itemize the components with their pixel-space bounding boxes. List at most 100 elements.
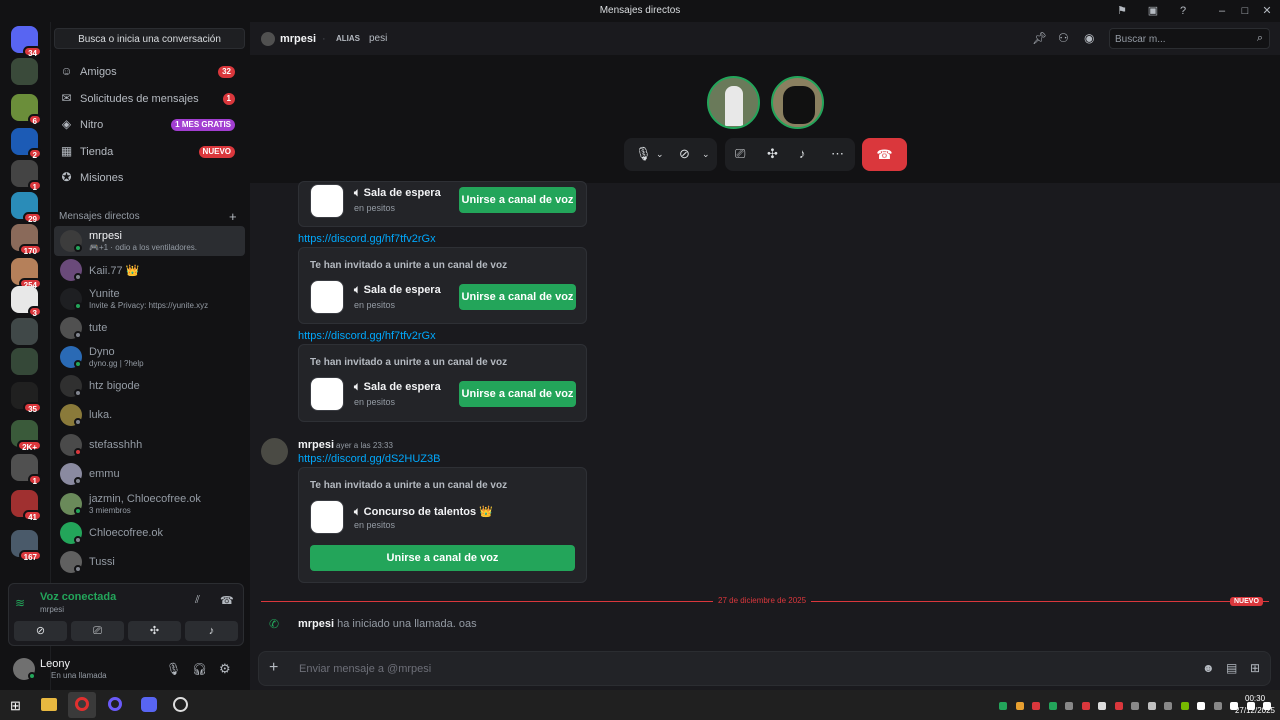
soundboard-icon[interactable]: ♪ (799, 146, 806, 161)
invite-link[interactable]: https://discord.gg/dS2HUZ3B (298, 453, 440, 465)
microphone-icon[interactable]: 🎙︎ (166, 662, 181, 676)
voice-channel[interactable]: mrpesi (40, 605, 64, 614)
server-icon[interactable] (11, 318, 38, 345)
invite-link[interactable]: https://discord.gg/hf7tfv2rGx (298, 233, 436, 245)
file-explorer-icon[interactable] (41, 698, 57, 711)
maximize-icon[interactable]: □ (1238, 4, 1252, 18)
server-icon[interactable]: 1 (11, 454, 42, 486)
server-icon[interactable]: 167 (11, 530, 42, 562)
search-input[interactable]: Buscar m... ⌕ (1109, 28, 1270, 49)
system-author[interactable]: mrpesi (298, 618, 334, 630)
share-screen-icon[interactable]: ⎚ (735, 146, 745, 162)
more-icon[interactable]: ⋯ (831, 146, 844, 162)
join-voice-button[interactable]: Unirse a canal de voz (459, 187, 576, 213)
inbox-icon[interactable]: ⚑ (1115, 4, 1129, 18)
activities-button[interactable]: ✣ (128, 621, 181, 641)
start-icon[interactable]: ⊞ (10, 699, 21, 712)
nav-item-misiones[interactable]: ✪ Misiones (54, 166, 245, 190)
server-icon[interactable]: 2K+ (11, 420, 42, 452)
join-voice-button[interactable]: Unirse a canal de voz (459, 284, 576, 310)
dm-item[interactable]: Chloecofree.ok (54, 518, 245, 548)
add-attachment-icon[interactable]: + (269, 659, 278, 677)
minimize-icon[interactable]: – (1215, 4, 1229, 18)
gift-icon[interactable]: ⊞ (1250, 661, 1260, 675)
tray-icon[interactable] (1032, 702, 1040, 710)
profile-icon[interactable]: ◉ (1084, 31, 1094, 45)
add-dm-icon[interactable]: + (229, 209, 237, 224)
soundboard-button[interactable]: ♪ (185, 621, 238, 641)
server-icon[interactable]: 3 (11, 286, 42, 318)
tray-icon[interactable] (1114, 702, 1123, 710)
dm-item[interactable]: stefasshhh (54, 430, 245, 460)
dm-item[interactable]: htz bigode (54, 371, 245, 401)
gif-icon[interactable]: ▤ (1226, 661, 1237, 675)
headphones-icon[interactable]: 🎧︎ (192, 662, 207, 676)
server-icon[interactable]: 41 (11, 490, 42, 522)
dm-item[interactable]: emmu (54, 459, 245, 489)
participant-avatar[interactable] (707, 76, 760, 129)
discord-taskbar-icon[interactable] (141, 697, 157, 712)
disconnect-icon[interactable]: ☎ (220, 594, 234, 607)
nav-item-solicitudes[interactable]: ✉ Solicitudes de mensajes 1 (54, 87, 245, 111)
share-screen-button[interactable]: ⎚ (71, 621, 124, 641)
server-icon[interactable] (11, 348, 38, 375)
add-friends-icon[interactable]: ⚇ (1058, 31, 1069, 45)
dm-item[interactable]: Yunite Invite & Privacy: https://yunite.x… (54, 284, 245, 314)
camera-off-icon[interactable]: ⊘ (679, 146, 690, 162)
tray-icon[interactable] (1147, 702, 1156, 710)
search-conversation-button[interactable]: Busca o inicia una conversación (54, 28, 245, 49)
nav-item-tienda[interactable]: ▦ Tienda NUEVO (54, 140, 245, 164)
join-voice-button[interactable]: Unirse a canal de voz (459, 381, 576, 407)
dm-item[interactable]: tute (54, 313, 245, 343)
app-icon[interactable] (108, 697, 122, 711)
server-icon[interactable]: 170 (11, 224, 42, 256)
tray-icon[interactable] (1180, 702, 1189, 710)
dm-item[interactable]: Tussi (54, 547, 245, 577)
participant-avatar[interactable] (771, 76, 824, 129)
server-icon[interactable]: 1 (11, 160, 42, 192)
dm-item[interactable]: luka. (54, 400, 245, 430)
tray-icon[interactable] (1197, 702, 1205, 710)
tray-icon[interactable] (1164, 702, 1172, 710)
app-icon[interactable] (173, 697, 188, 712)
tray-icon[interactable] (1015, 702, 1024, 710)
screen-icon[interactable]: ▣ (1146, 4, 1160, 18)
tray-icon[interactable] (1131, 702, 1139, 710)
sticker-icon[interactable]: ☻ (1202, 661, 1215, 675)
message-input[interactable]: Enviar mensaje a @mrpesi (299, 663, 431, 675)
chevron-down-icon[interactable]: ⌄ (656, 149, 664, 160)
dm-item[interactable]: Dyno dyno.gg | ?help (54, 342, 245, 372)
tray-icon[interactable] (1230, 702, 1238, 710)
dm-item[interactable]: jazmin, Chloecofree.ok 3 miembros (54, 489, 245, 519)
server-icon[interactable]: 35 (11, 382, 42, 414)
server-icon[interactable]: 29 (11, 192, 42, 224)
help-icon[interactable]: ? (1176, 4, 1190, 18)
invite-link[interactable]: https://discord.gg/hf7tfv2rGx (298, 330, 436, 342)
pin-icon[interactable]: 📌︎ (1032, 31, 1047, 45)
opera-taskbar-item[interactable] (68, 692, 96, 718)
noise-suppression-icon[interactable]: ⫽ (195, 594, 200, 607)
server-icon[interactable]: 254 (11, 258, 42, 290)
tray-icon[interactable] (1098, 702, 1106, 710)
server-icon[interactable]: 2 (11, 128, 42, 160)
message-author[interactable]: mrpesi (298, 439, 334, 451)
tray-icon[interactable] (1048, 702, 1057, 710)
tray-icon[interactable] (1213, 702, 1222, 710)
dm-item[interactable]: mrpesi 🎮+1 · odio a los ventiladores. (54, 226, 245, 256)
nav-item-nitro[interactable]: ◈ Nitro 1 MES GRATIS (54, 113, 245, 137)
message-composer[interactable]: + Enviar mensaje a @mrpesi ☻ ▤ ⊞ (258, 651, 1271, 686)
close-icon[interactable]: ✕ (1260, 4, 1274, 18)
tray-icon[interactable] (999, 702, 1007, 710)
tray-icon[interactable] (1081, 702, 1090, 710)
server-icon[interactable]: 34 (11, 26, 42, 58)
nav-item-amigos[interactable]: ☺ Amigos 32 (54, 60, 245, 84)
message-avatar[interactable] (261, 438, 288, 465)
hang-up-button[interactable]: ☎ (862, 138, 907, 171)
tray-icon[interactable] (1065, 702, 1073, 710)
activities-icon[interactable]: ✣ (767, 146, 778, 162)
dm-item[interactable]: Kaii.77 👑 (54, 255, 245, 285)
tray-icon[interactable] (1246, 702, 1255, 710)
settings-gear-icon[interactable]: ⚙ (219, 661, 231, 677)
camera-off-button[interactable]: ⊘ (14, 621, 67, 641)
server-icon[interactable] (11, 58, 38, 85)
